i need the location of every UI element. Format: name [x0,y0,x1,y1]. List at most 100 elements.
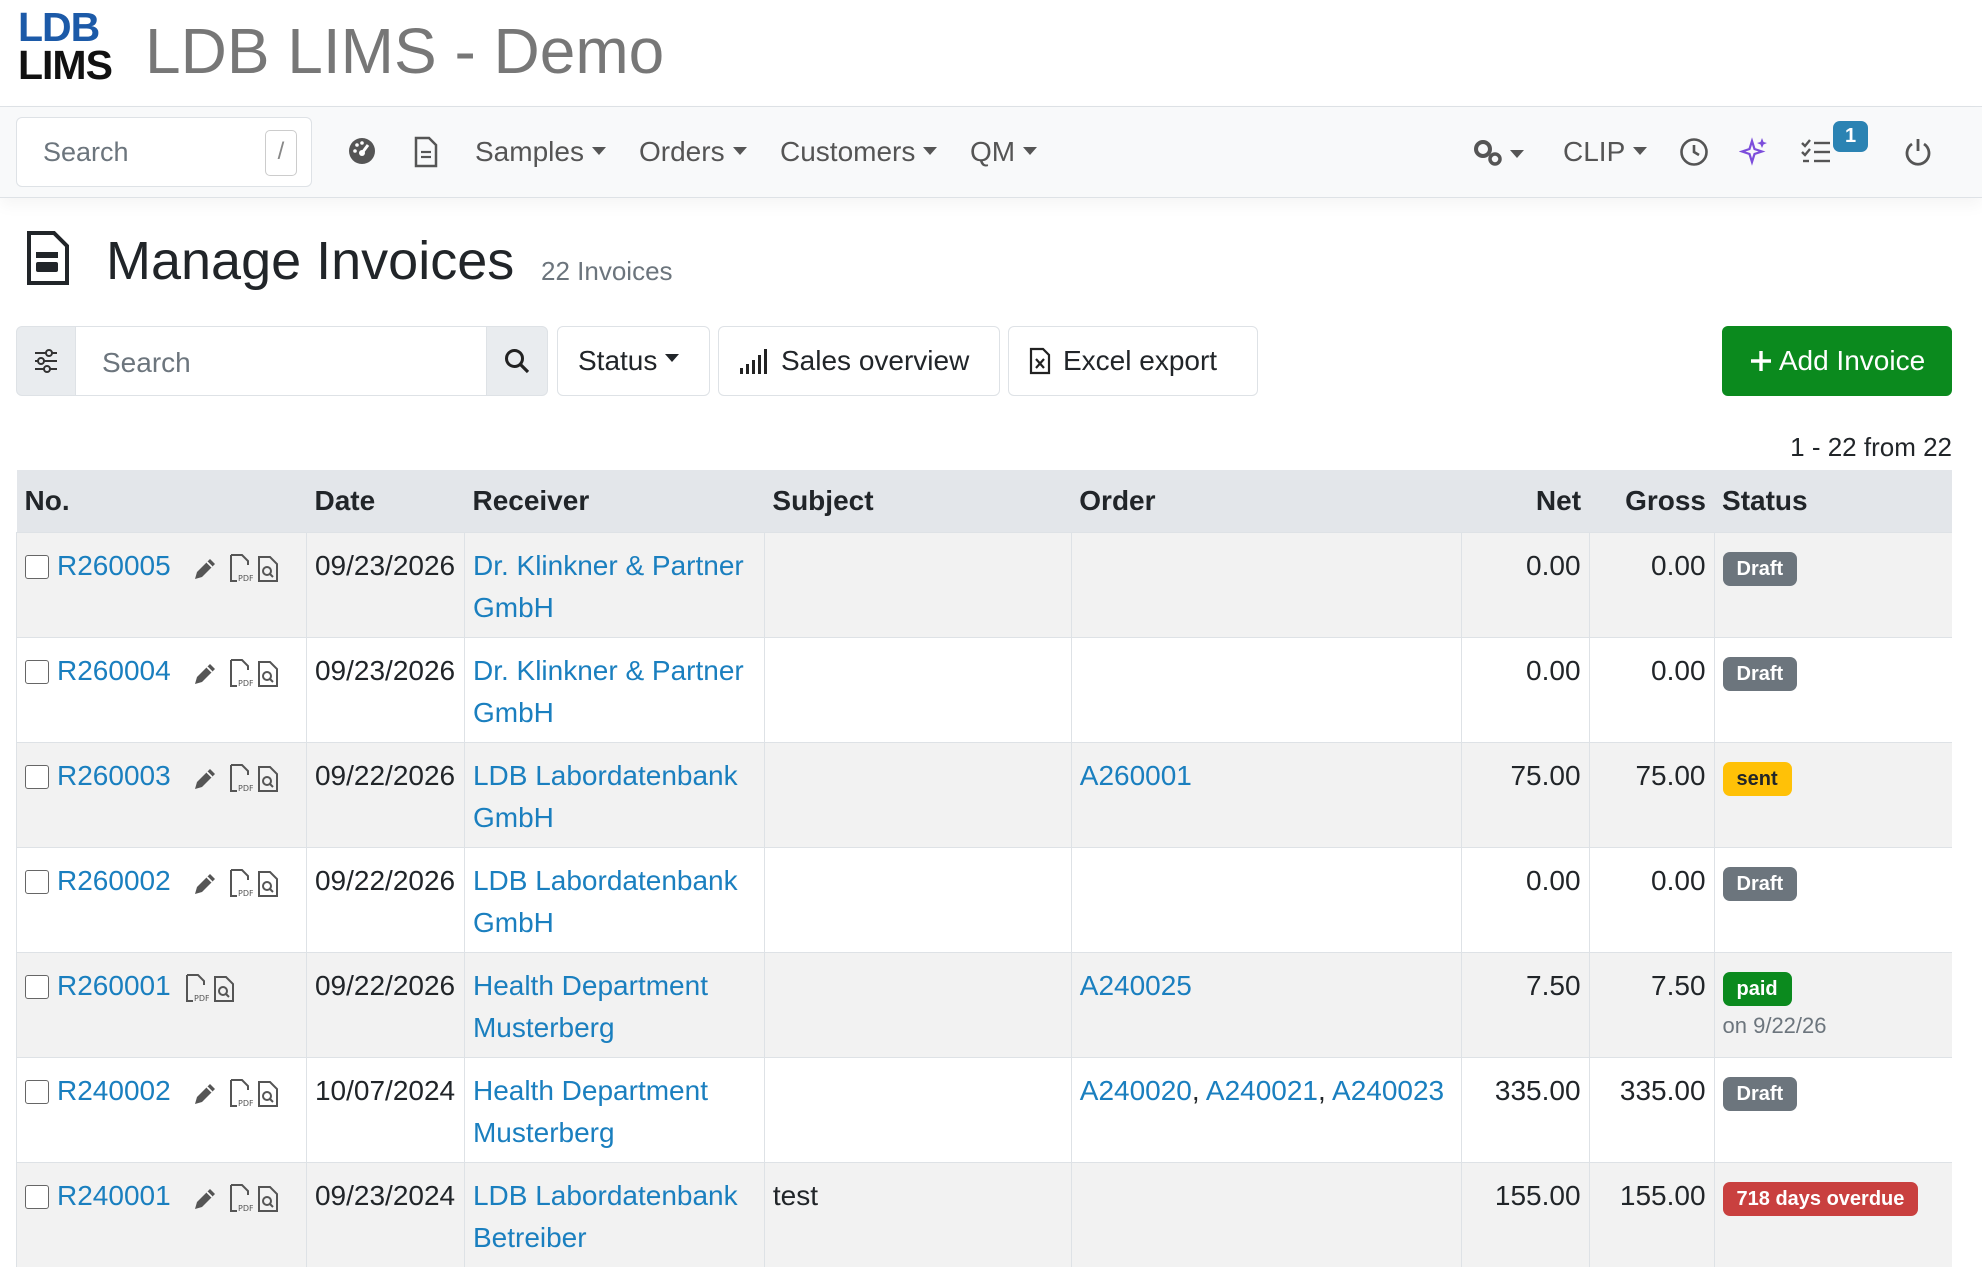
preview-file-icon[interactable] [257,1183,279,1225]
nav-menu-clip[interactable]: CLIP [1563,107,1647,197]
status-badge: paid [1723,972,1792,1006]
app-header: LDB LIMS LDB LIMS - Demo [0,0,1982,107]
pdf-file-icon[interactable]: PDF [185,973,209,1015]
cell-gross: 335.00 [1589,1058,1714,1163]
preview-file-icon[interactable] [257,658,279,700]
sales-overview-button[interactable]: Sales overview [718,326,1000,396]
invoice-table-header: No. Date Receiver Subject Order Net Gros… [17,470,1953,533]
cell-subject [764,533,1071,638]
preview-file-icon[interactable] [257,1078,279,1120]
col-header-no[interactable]: No. [17,470,307,533]
status-note: on 9/22/26 [1723,1011,1944,1041]
cell-date: 09/22/2026 [306,953,464,1058]
col-header-date[interactable]: Date [306,470,464,533]
cell-net: 0.00 [1461,848,1589,953]
cell-gross: 155.00 [1589,1163,1714,1267]
cell-net: 0.00 [1461,638,1589,743]
pdf-file-icon[interactable]: PDF [229,1078,253,1120]
status-badge: Draft [1723,1077,1798,1111]
app-title: LDB LIMS - Demo [145,14,664,88]
row-checkbox[interactable] [25,1080,49,1104]
logout-power-icon[interactable] [1903,137,1933,172]
dashboard-icon[interactable] [347,136,377,171]
chevron-down-icon [1633,147,1647,155]
nav-menu-qm[interactable]: QM [970,107,1037,197]
invoice-number-link[interactable]: R240001 [57,1180,171,1211]
app-logo[interactable]: LDB LIMS [18,8,110,88]
row-checkbox[interactable] [25,1185,49,1209]
cell-subject [764,1058,1071,1163]
preview-file-icon[interactable] [213,973,235,1015]
global-search-input[interactable] [41,136,245,169]
nav-menu-samples[interactable]: Samples [475,107,606,197]
cell-no: R260004 PDF [17,638,307,743]
col-header-subject[interactable]: Subject [764,470,1071,533]
cell-receiver: LDB Labordatenbank GmbH [464,848,764,953]
cell-receiver: Health Department Musterberg [464,1058,764,1163]
svg-text:PDF: PDF [238,1099,253,1108]
nav-menu-orders[interactable]: Orders [639,107,747,197]
edit-pencil-icon[interactable] [191,658,219,700]
pdf-file-icon[interactable]: PDF [229,763,253,805]
invoice-number-link[interactable]: R260001 [57,970,171,1001]
receiver-link[interactable]: Dr. Klinkner & Partner GmbH [473,550,744,623]
invoice-number-link[interactable]: R260005 [57,550,171,581]
task-list-icon[interactable] [1800,138,1832,171]
table-row: R260005PDF09/23/2026Dr. Klinkner & Partn… [17,533,1953,638]
ai-sparkles-icon[interactable] [1739,136,1769,171]
edit-pencil-icon[interactable] [191,553,219,595]
preview-file-icon[interactable] [257,763,279,805]
settings-gears-icon[interactable] [1472,138,1524,173]
edit-pencil-icon[interactable] [191,1078,219,1120]
search-submit-button[interactable] [486,326,548,396]
row-checkbox[interactable] [25,660,49,684]
col-header-gross[interactable]: Gross [1589,470,1714,533]
pdf-file-icon[interactable]: PDF [229,553,253,595]
cell-status: paid on 9/22/26 [1714,953,1952,1058]
col-header-net[interactable]: Net [1461,470,1589,533]
edit-pencil-icon[interactable] [191,1183,219,1225]
invoice-number-link[interactable]: R260004 [57,655,171,686]
invoice-number-link[interactable]: R260003 [57,760,171,791]
col-header-receiver[interactable]: Receiver [464,470,764,533]
row-checkbox[interactable] [25,555,49,579]
order-link[interactable]: A260001 [1080,760,1192,791]
add-invoice-button[interactable]: Add Invoice [1722,326,1952,396]
receiver-link[interactable]: Health Department Musterberg [473,1075,708,1148]
history-clock-icon[interactable] [1679,137,1709,172]
cell-subject: test [764,1163,1071,1267]
signal-bars-icon [739,348,771,374]
cell-no: R260001 PDF [17,953,307,1058]
pdf-file-icon[interactable]: PDF [229,1183,253,1225]
receiver-link[interactable]: LDB Labordatenbank GmbH [473,865,738,938]
pdf-file-icon[interactable]: PDF [229,868,253,910]
order-link[interactable]: A240025 [1080,970,1192,1001]
nav-menu-customers[interactable]: Customers [780,107,937,197]
preview-file-icon[interactable] [257,868,279,910]
order-link[interactable]: A240020 [1080,1075,1192,1106]
invoice-search-input[interactable] [100,346,464,380]
excel-export-button[interactable]: Excel export [1008,326,1258,396]
filter-toggle-button[interactable] [16,326,76,396]
receiver-link[interactable]: LDB Labordatenbank GmbH [473,760,738,833]
pdf-file-icon[interactable]: PDF [229,658,253,700]
cell-status: sent [1714,743,1952,848]
col-header-status[interactable]: Status [1714,470,1952,533]
status-filter-dropdown[interactable]: Status [557,326,710,396]
row-checkbox[interactable] [25,975,49,999]
receiver-link[interactable]: Dr. Klinkner & Partner GmbH [473,655,744,728]
document-icon[interactable] [413,136,439,173]
receiver-link[interactable]: Health Department Musterberg [473,970,708,1043]
col-header-order[interactable]: Order [1071,470,1461,533]
edit-pencil-icon[interactable] [191,763,219,805]
order-link[interactable]: A240023 [1332,1075,1444,1106]
order-link[interactable]: A240021 [1206,1075,1318,1106]
edit-pencil-icon[interactable] [191,868,219,910]
preview-file-icon[interactable] [257,553,279,595]
row-checkbox[interactable] [25,765,49,789]
receiver-link[interactable]: LDB Labordatenbank Betreiber [473,1180,738,1253]
cell-no: R240002 PDF [17,1058,307,1163]
row-checkbox[interactable] [25,870,49,894]
invoice-number-link[interactable]: R240002 [57,1075,171,1106]
invoice-number-link[interactable]: R260002 [57,865,171,896]
